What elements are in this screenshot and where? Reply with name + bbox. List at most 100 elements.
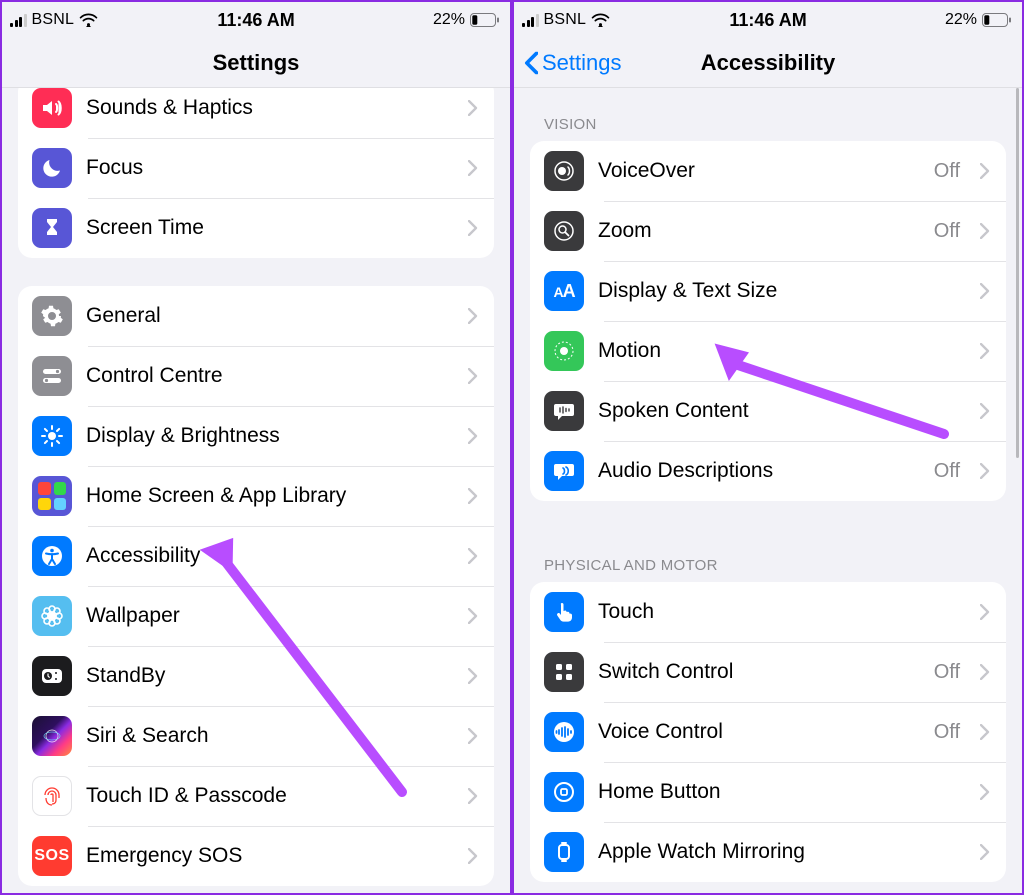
row-home-button[interactable]: Home Button (530, 762, 1006, 822)
row-audio-descriptions[interactable]: Audio Descriptions Off (530, 441, 1006, 501)
vision-group: VoiceOver Off Zoom Off AA Display & Text… (530, 141, 1006, 501)
page-title: Settings (213, 50, 300, 76)
row-emergency-sos[interactable]: SOS Emergency SOS (18, 826, 494, 886)
sos-icon: SOS (32, 836, 72, 876)
chevron-right-icon (468, 548, 478, 564)
touch-id-icon (32, 776, 72, 816)
motor-group: Touch Switch Control Off Voice Control O… (530, 582, 1006, 882)
row-label: Touch (598, 600, 966, 624)
home-button-icon (544, 772, 584, 812)
audio-descriptions-icon (544, 451, 584, 491)
chevron-right-icon (980, 163, 990, 179)
row-value: Off (934, 721, 960, 744)
row-label: Control Centre (86, 364, 454, 388)
voice-control-icon (544, 712, 584, 752)
chevron-right-icon (468, 220, 478, 236)
chevron-right-icon (980, 403, 990, 419)
row-watch-mirroring[interactable]: Apple Watch Mirroring (530, 822, 1006, 882)
phone-right-accessibility: BSNL 11:46 AM 22% Settings Accessibility… (512, 0, 1024, 895)
chevron-right-icon (980, 604, 990, 620)
row-label: Switch Control (598, 660, 920, 684)
row-accessibility[interactable]: Accessibility (18, 526, 494, 586)
home-screen-icon (32, 476, 72, 516)
apple-watch-icon (544, 832, 584, 872)
row-sounds[interactable]: Sounds & Haptics (18, 88, 494, 138)
row-label: Touch ID & Passcode (86, 784, 454, 808)
row-label: Spoken Content (598, 399, 966, 423)
row-touch-id[interactable]: Touch ID & Passcode (18, 766, 494, 826)
row-label: Zoom (598, 219, 920, 243)
row-text-size[interactable]: AA Display & Text Size (530, 261, 1006, 321)
settings-group-1: Sounds & Haptics Focus Screen Time (18, 88, 494, 258)
row-siri[interactable]: Siri & Search (18, 706, 494, 766)
chevron-right-icon (980, 343, 990, 359)
scrollbar[interactable] (1016, 88, 1020, 458)
status-time: 11:46 AM (514, 10, 1022, 31)
standby-icon (32, 656, 72, 696)
row-label: Motion (598, 339, 966, 363)
back-button[interactable]: Settings (524, 38, 622, 87)
chevron-right-icon (468, 308, 478, 324)
row-wallpaper[interactable]: Wallpaper (18, 586, 494, 646)
row-label: Sounds & Haptics (86, 96, 454, 120)
row-label: Apple Watch Mirroring (598, 840, 966, 864)
settings-scroll[interactable]: Sounds & Haptics Focus Screen Time Gener… (2, 88, 510, 893)
row-label: Emergency SOS (86, 844, 454, 868)
row-standby[interactable]: StandBy (18, 646, 494, 706)
touch-icon (544, 592, 584, 632)
row-touch[interactable]: Touch (530, 582, 1006, 642)
display-brightness-icon (32, 416, 72, 456)
accessibility-scroll[interactable]: Vision VoiceOver Off Zoom Off AA Display… (514, 88, 1022, 893)
chevron-right-icon (468, 428, 478, 444)
status-time: 11:46 AM (2, 10, 510, 31)
row-value: Off (934, 460, 960, 483)
back-label: Settings (542, 50, 622, 76)
general-icon (32, 296, 72, 336)
control-centre-icon (32, 356, 72, 396)
focus-icon (32, 148, 72, 188)
row-label: Home Button (598, 780, 966, 804)
row-voiceover[interactable]: VoiceOver Off (530, 141, 1006, 201)
settings-group-2: General Control Centre Display & Brightn… (18, 286, 494, 886)
screen-time-icon (32, 208, 72, 248)
row-display-brightness[interactable]: Display & Brightness (18, 406, 494, 466)
row-value: Off (934, 661, 960, 684)
row-label: StandBy (86, 664, 454, 688)
siri-icon (32, 716, 72, 756)
row-screen-time[interactable]: Screen Time (18, 198, 494, 258)
row-switch-control[interactable]: Switch Control Off (530, 642, 1006, 702)
row-label: Home Screen & App Library (86, 484, 454, 508)
chevron-right-icon (468, 100, 478, 116)
row-general[interactable]: General (18, 286, 494, 346)
motion-icon (544, 331, 584, 371)
phone-left-settings: BSNL 11:46 AM 22% Settings Sounds & Hapt… (0, 0, 512, 895)
row-focus[interactable]: Focus (18, 138, 494, 198)
nav-settings: Settings (2, 38, 510, 88)
chevron-right-icon (468, 488, 478, 504)
chevron-right-icon (468, 608, 478, 624)
row-label: Wallpaper (86, 604, 454, 628)
row-zoom[interactable]: Zoom Off (530, 201, 1006, 261)
wallpaper-icon (32, 596, 72, 636)
chevron-right-icon (468, 668, 478, 684)
section-header-motor: Physical and Motor (514, 529, 1022, 582)
row-spoken-content[interactable]: Spoken Content (530, 381, 1006, 441)
row-label: Screen Time (86, 216, 454, 240)
row-label: Voice Control (598, 720, 920, 744)
row-label: Accessibility (86, 544, 454, 568)
row-label: General (86, 304, 454, 328)
zoom-icon (544, 211, 584, 251)
row-label: Audio Descriptions (598, 459, 920, 483)
chevron-right-icon (468, 728, 478, 744)
row-label: Display & Brightness (86, 424, 454, 448)
row-value: Off (934, 160, 960, 183)
row-home-screen[interactable]: Home Screen & App Library (18, 466, 494, 526)
row-label: Siri & Search (86, 724, 454, 748)
row-motion[interactable]: Motion (530, 321, 1006, 381)
chevron-right-icon (468, 160, 478, 176)
chevron-right-icon (980, 223, 990, 239)
row-control-centre[interactable]: Control Centre (18, 346, 494, 406)
accessibility-icon (32, 536, 72, 576)
status-bar: BSNL 11:46 AM 22% (514, 2, 1022, 38)
row-voice-control[interactable]: Voice Control Off (530, 702, 1006, 762)
